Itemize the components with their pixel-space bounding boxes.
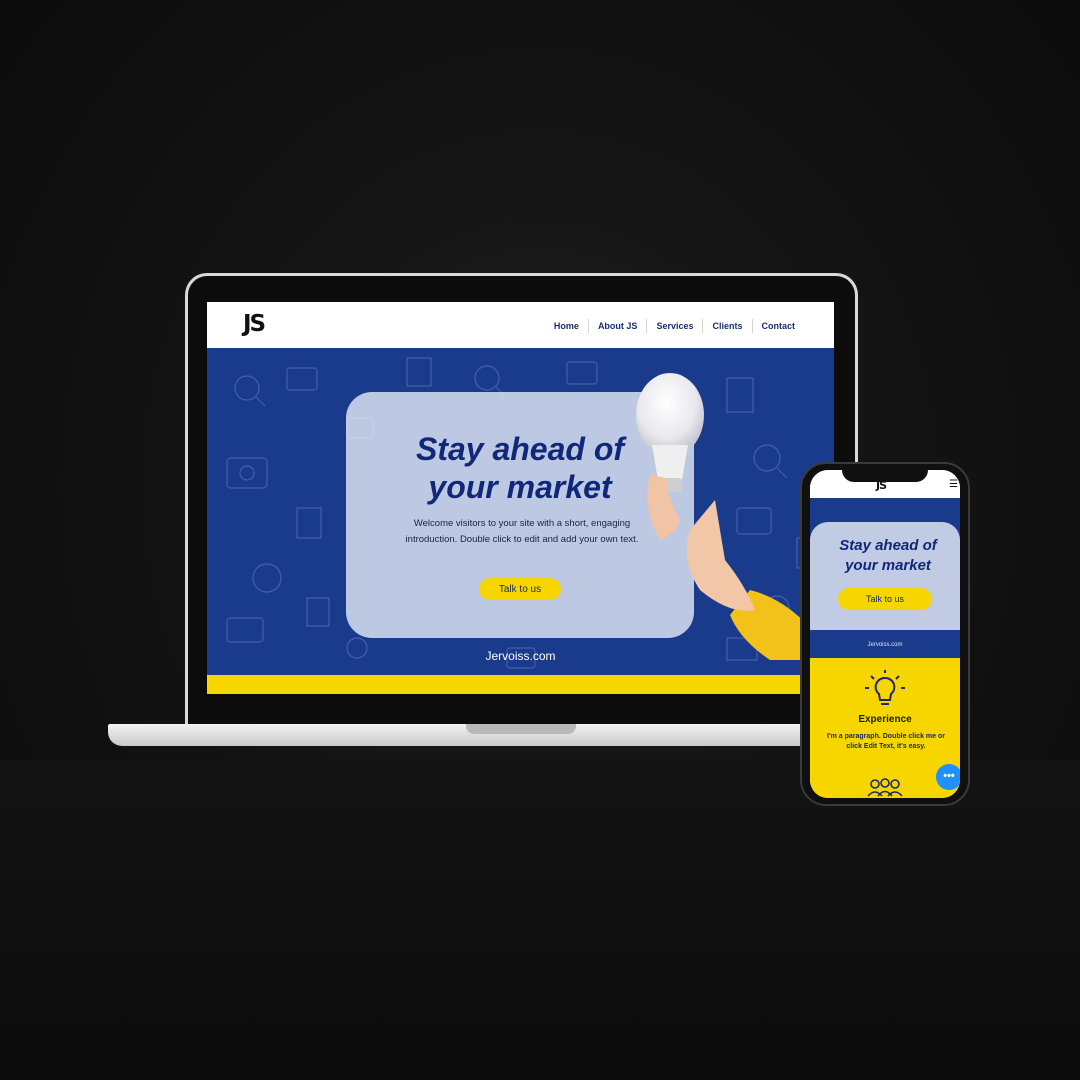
mobile-feature-section: Experience I'm a paragraph. Double click… xyxy=(810,658,960,798)
phone-screen: JS ☰ Stay ahead of your market Talk to u… xyxy=(810,470,960,798)
laptop-notch xyxy=(466,724,576,734)
team-icon xyxy=(867,778,903,797)
hamburger-menu-icon[interactable]: ☰ xyxy=(949,479,958,490)
yellow-section-strip xyxy=(207,675,834,694)
mobile-site-url: Jervoiss.com xyxy=(867,642,903,648)
feature-paragraph: I'm a paragraph. Double click me or clic… xyxy=(827,733,945,750)
mobile-hero-card: Stay ahead of your market Talk to us xyxy=(810,522,960,630)
floor-background xyxy=(0,760,1080,1080)
nav-home[interactable]: Home xyxy=(545,319,588,333)
mobile-title-line1: Stay ahead of xyxy=(839,537,937,554)
mockup-scene: JS Home About JS Services Clients Contac… xyxy=(0,0,1080,1080)
nav-contact[interactable]: Contact xyxy=(751,319,805,333)
feature-heading: Experience xyxy=(858,714,912,725)
site-header: JS Home About JS Services Clients Contac… xyxy=(207,302,834,348)
hand-lightbulb-image xyxy=(636,373,820,660)
site-logo[interactable]: JS xyxy=(243,311,266,337)
nav-clients[interactable]: Clients xyxy=(702,319,751,333)
mobile-hero-title: Stay ahead of your market xyxy=(826,536,950,576)
talk-to-us-button[interactable]: Talk to us xyxy=(479,578,561,600)
hero-title-line2: your market xyxy=(428,469,612,505)
phone-notch xyxy=(842,466,928,482)
nav-services[interactable]: Services xyxy=(646,319,702,333)
lightbulb-icon xyxy=(865,670,905,705)
hero-title-line1: Stay ahead of xyxy=(415,431,625,467)
mobile-hero: Stay ahead of your market Talk to us Jer… xyxy=(810,498,960,658)
main-nav: Home About JS Services Clients Contact xyxy=(545,319,804,333)
mobile-talk-to-us-button[interactable]: Talk to us xyxy=(838,588,932,610)
hero-intro-text: Welcome visitors to your site with a sho… xyxy=(405,518,639,545)
nav-about[interactable]: About JS xyxy=(587,319,647,333)
chat-bubble-button[interactable]: ••• xyxy=(936,764,960,790)
mobile-title-line2: your market xyxy=(845,557,931,574)
